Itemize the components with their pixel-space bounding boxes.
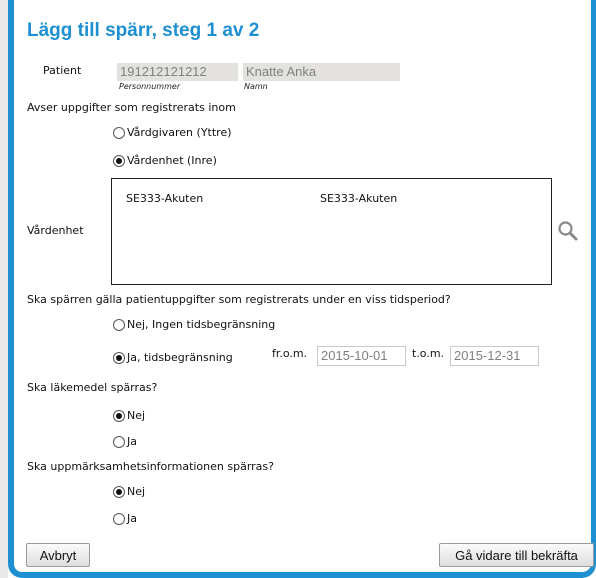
search-icon[interactable] [557,220,579,242]
radio-button-selected[interactable] [113,485,125,498]
radio-label: Ja [127,435,137,448]
unit-list-row[interactable]: SE333-Akuten SE333-Akuten [112,192,551,208]
radio-vardenhet[interactable]: Vårdenhet (Inre) [113,154,217,167]
next-button[interactable]: Gå vidare till bekräfta [439,543,594,567]
radio-button[interactable] [113,512,125,525]
patient-label: Patient [43,64,82,77]
medication-question: Ska läkemedel spärras? [27,381,158,394]
dialog-title: Lägg till spärr, steg 1 av 2 [27,20,260,41]
unit-list[interactable]: SE333-Akuten SE333-Akuten [111,178,552,285]
background-page-edge [0,0,8,578]
unit-id-cell: SE333-Akuten [126,192,204,205]
radio-button[interactable] [113,126,125,139]
radio-button[interactable] [113,435,125,448]
personnummer-field: 191212121212 [117,63,238,81]
radio-vardgivaren[interactable]: Vårdgivaren (Yttre) [113,126,232,139]
patient-name-caption: Namn [244,82,268,91]
radio-medication-no[interactable]: Nej [113,409,145,422]
from-date-label: fr.o.m. [272,347,308,360]
radio-button-selected[interactable] [113,154,125,167]
unit-name-cell: SE333-Akuten [320,192,398,205]
radio-label: Nej [127,409,146,422]
radio-label: Nej, Ingen tidsbegränsning [127,318,276,331]
cancel-button[interactable]: Avbryt [26,543,90,567]
radio-label: Vårdgivaren (Yttre) [127,126,232,139]
radio-button[interactable] [113,318,125,331]
patient-name-field: Knatte Anka [243,63,400,81]
radio-alert-no[interactable]: Nej [113,485,145,498]
to-date-input[interactable]: 2015-12-31 [450,346,539,366]
to-date-label: t.o.m. [412,347,445,360]
radio-label: Ja [127,512,137,525]
radio-label: Ja, tidsbegränsning [127,351,233,364]
scope-question: Avser uppgifter som registrerats inom [27,101,236,114]
radio-with-period[interactable]: Ja, tidsbegränsning [113,351,233,364]
from-date-input[interactable]: 2015-10-01 [317,346,406,366]
personnummer-caption: Personnummer [119,82,181,91]
alert-question: Ska uppmärksamhetsinformationen spärras? [27,460,274,473]
unit-label: Vårdenhet [27,224,84,237]
radio-alert-yes[interactable]: Ja [113,512,137,525]
radio-button-selected[interactable] [113,409,125,422]
radio-label: Vårdenhet (Inre) [127,154,217,167]
radio-no-period[interactable]: Nej, Ingen tidsbegränsning [113,318,275,331]
radio-medication-yes[interactable]: Ja [113,435,137,448]
radio-label: Nej [127,485,146,498]
radio-button-selected[interactable] [113,351,125,364]
period-question: Ska spärren gälla patientuppgifter som r… [27,293,451,306]
add-block-dialog: Lägg till spärr, steg 1 av 2 Patient 191… [8,0,596,578]
